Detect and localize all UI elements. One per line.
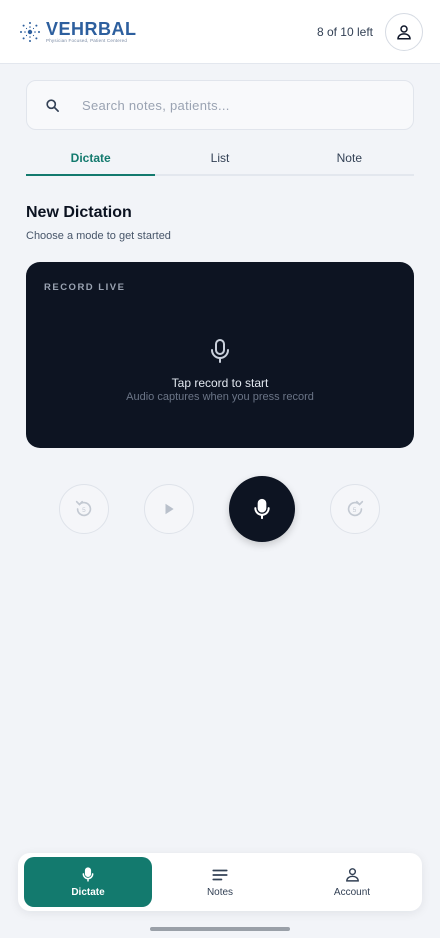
page-title: New Dictation <box>26 204 132 221</box>
nav-account-label: Account <box>333 887 371 898</box>
nav-dictate-label: Dictate <box>71 887 105 898</box>
nav-dictate[interactable]: Dictate <box>24 857 152 907</box>
microphone-icon <box>254 498 270 520</box>
logo-wordmark: VEHRBAL <box>46 18 137 39</box>
play-icon <box>165 503 174 515</box>
logo: VEHRBAL Physician Focused, Patient Cente… <box>18 20 137 44</box>
svg-text:5: 5 <box>82 507 86 514</box>
home-indicator <box>150 927 290 931</box>
tab-note[interactable]: Note <box>285 142 414 174</box>
record-title: Tap record to start <box>171 376 269 390</box>
forward-button[interactable]: 5 <box>330 484 380 534</box>
nav-notes-label: Notes <box>206 886 234 898</box>
app-header: VEHRBAL Physician Focused, Patient Cente… <box>0 0 440 64</box>
search-input[interactable] <box>82 97 382 113</box>
account-button[interactable] <box>385 12 423 51</box>
person-icon <box>345 868 359 882</box>
tab-dictate[interactable]: Dictate <box>26 142 156 176</box>
logo-mark-icon <box>20 21 40 42</box>
person-icon <box>397 24 411 39</box>
search-icon <box>46 98 59 112</box>
record-button[interactable] <box>229 476 295 542</box>
svg-text:5: 5 <box>353 507 357 514</box>
page-subtitle: Choose a mode to get started <box>26 230 171 242</box>
tab-list[interactable]: List <box>155 142 284 174</box>
record-live-card[interactable]: RECORD LIVE Tap record to start Audio ca… <box>26 262 414 448</box>
nav-account[interactable]: Account <box>288 857 416 907</box>
bottom-nav: Dictate Notes Account <box>18 853 422 911</box>
microphone-icon <box>82 867 94 882</box>
quota-counter: 8 of 10 left <box>316 24 373 39</box>
record-hint: Audio captures when you press record <box>126 391 314 403</box>
play-button[interactable] <box>144 484 194 534</box>
logo-tagline: Physician Focused, Patient Centered <box>46 37 128 43</box>
microphone-icon <box>211 339 229 363</box>
search-bar[interactable] <box>26 80 414 130</box>
record-mode-label: RECORD LIVE <box>44 282 126 293</box>
rewind-icon: 5 <box>75 500 92 517</box>
tab-bar: Dictate List Note <box>26 142 414 176</box>
notes-icon <box>212 869 228 880</box>
forward-icon: 5 <box>347 500 364 517</box>
rewind-button[interactable]: 5 <box>59 484 109 534</box>
nav-notes[interactable]: Notes <box>156 857 284 907</box>
